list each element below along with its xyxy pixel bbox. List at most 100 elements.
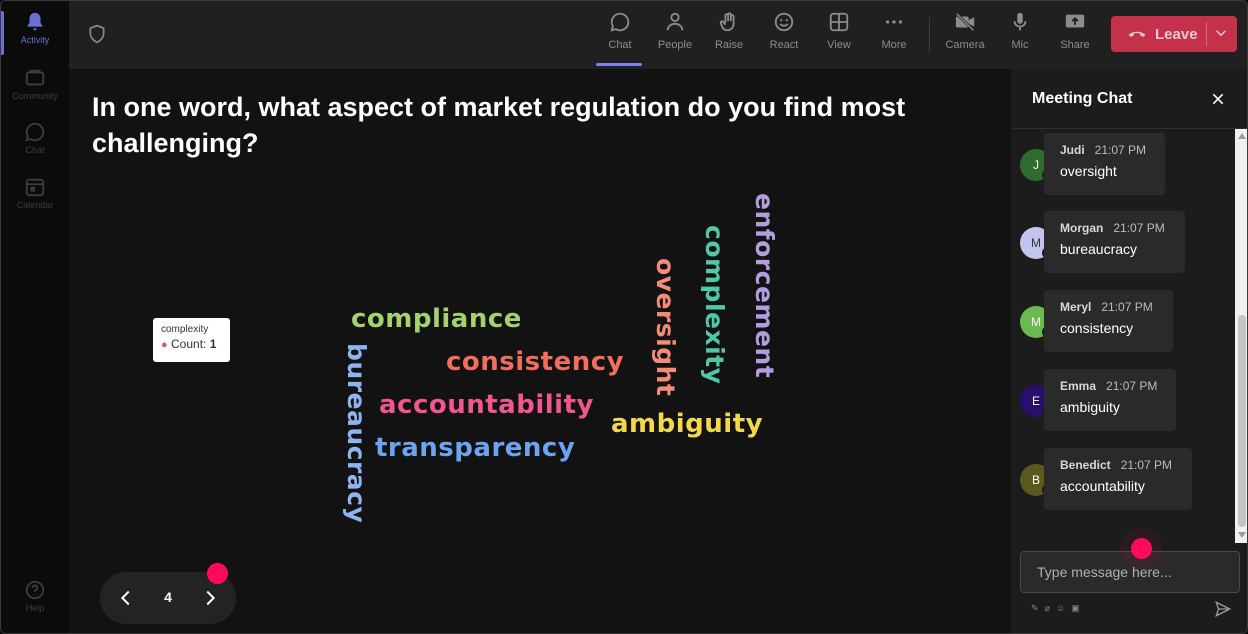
raise-label: Raise <box>714 39 744 51</box>
presentation-stage: In one word, what aspect of market regul… <box>69 69 1009 633</box>
chat-message: J Judi 21:07 PM oversight <box>1011 133 1233 197</box>
avatar-initial: M <box>1031 236 1041 250</box>
wordcloud-word[interactable]: ambiguity <box>611 409 763 439</box>
chat-message: M Meryl 21:07 PM consistency <box>1011 290 1233 354</box>
rail-item-help[interactable]: Help <box>1 579 69 613</box>
meeting-window: Activity Community Chat Calendar Help Ch… <box>0 0 1248 634</box>
people-button[interactable]: People <box>651 11 699 51</box>
wordcloud-word[interactable]: bureaucracy <box>342 343 371 523</box>
tooltip-dot-icon: ● <box>161 339 168 351</box>
view-label: View <box>827 39 851 51</box>
tooltip-count-value: 1 <box>209 337 217 351</box>
message-text: ambiguity <box>1060 399 1120 415</box>
meeting-chat-panel: Meeting Chat J Judi 21:07 PM oversight M … <box>1011 69 1247 633</box>
leave-button[interactable]: Leave <box>1111 16 1237 52</box>
sender-name: Judi <box>1060 143 1085 157</box>
more-icon <box>885 20 903 24</box>
rail-item-activity[interactable]: Activity <box>1 11 69 55</box>
mic-button[interactable]: Mic <box>996 11 1044 51</box>
chat-message-list: J Judi 21:07 PM oversight M Morgan 21:07 P… <box>1011 129 1233 543</box>
chevron-left-icon[interactable] <box>115 587 137 609</box>
camera-label: Camera <box>945 39 985 51</box>
emoji-icon[interactable]: ☺ <box>1056 603 1065 614</box>
page-number: 4 <box>164 589 172 605</box>
chat-bubble: Morgan 21:07 PM bureaucracy <box>1044 211 1185 273</box>
sender-name: Benedict <box>1060 458 1111 472</box>
chevron-down-icon[interactable] <box>1212 24 1230 42</box>
format-icon[interactable]: ✎ <box>1031 603 1039 614</box>
scroll-down-icon[interactable] <box>1238 532 1246 538</box>
rail-item-chat[interactable]: Chat <box>1 121 69 155</box>
wordcloud-word[interactable]: enforcement <box>750 193 779 378</box>
react-label: React <box>769 39 799 51</box>
person-icon <box>666 12 684 31</box>
scrollbar-thumb[interactable] <box>1238 315 1246 527</box>
wordcloud-word[interactable]: accountability <box>379 390 594 420</box>
rail-label: Calendar <box>16 200 54 210</box>
chat-message-input[interactable] <box>1020 551 1240 593</box>
chevron-right-icon[interactable] <box>199 587 221 609</box>
sender-name: Meryl <box>1060 300 1092 314</box>
format-toolbar: ✎ ⌀ ☺ ▣ <box>1031 603 1080 614</box>
send-icon[interactable] <box>1214 600 1232 618</box>
chat-bubble: Meryl 21:07 PM consistency <box>1044 290 1173 352</box>
message-time: 21:07 PM <box>1120 458 1173 472</box>
chat-header: Meeting Chat <box>1011 69 1247 129</box>
message-time: 21:07 PM <box>1113 221 1165 235</box>
chat-icon <box>25 122 45 142</box>
avatar-initial: B <box>1031 473 1040 487</box>
more-button[interactable]: More <box>870 11 918 51</box>
scroll-up-icon[interactable] <box>1238 133 1246 139</box>
avatar-initial: M <box>1031 315 1041 329</box>
rail-item-community[interactable]: Community <box>1 67 69 101</box>
chat-bubble: Emma 21:07 PM ambiguity <box>1044 369 1176 431</box>
grid-icon <box>829 12 849 32</box>
hand-icon <box>719 12 735 32</box>
share-button[interactable]: Share <box>1051 11 1099 51</box>
react-button[interactable]: React <box>760 11 808 51</box>
chat-bubble: Benedict 21:07 PM accountability <box>1044 448 1192 510</box>
sender-name: Morgan <box>1060 221 1104 235</box>
app-rail: Activity Community Chat Calendar Help <box>1 1 69 633</box>
rail-item-calendar[interactable]: Calendar <box>1 176 69 210</box>
people-label: People <box>657 39 693 51</box>
message-time: 21:07 PM <box>1094 143 1147 157</box>
wordcloud-word[interactable]: compliance <box>351 304 522 334</box>
share-label: Share <box>1060 39 1090 51</box>
avatar-initial: E <box>1031 394 1040 408</box>
tooltip-count-row: ● Count: 1 <box>161 337 230 351</box>
calendar-icon <box>25 178 45 197</box>
wordcloud-word[interactable]: oversight <box>651 258 680 396</box>
close-icon[interactable] <box>1210 91 1226 107</box>
rail-label: Community <box>12 91 58 101</box>
word-tooltip: complexity ● Count: 1 <box>153 318 230 362</box>
pointer-indicator <box>207 563 228 584</box>
chat-bubble: Judi 21:07 PM oversight <box>1044 133 1165 195</box>
camera-off-icon <box>955 12 975 32</box>
rail-label: Activity <box>20 35 50 45</box>
message-text: bureaucracy <box>1060 241 1138 257</box>
message-text: accountability <box>1060 478 1145 494</box>
meeting-toolbar: Chat People Raise React View More Camera <box>69 1 1247 69</box>
mic-label: Mic <box>1011 39 1029 51</box>
view-button[interactable]: View <box>815 11 863 51</box>
gif-icon[interactable]: ▣ <box>1071 603 1080 614</box>
pointer-indicator <box>1131 538 1152 559</box>
more-label: More <box>881 39 907 51</box>
smiley-icon <box>774 12 794 32</box>
chat-message: E Emma 21:07 PM ambiguity <box>1011 369 1233 433</box>
camera-button[interactable]: Camera <box>941 11 989 51</box>
chat-title: Meeting Chat <box>1032 90 1133 107</box>
chat-button[interactable]: Chat <box>596 11 644 66</box>
wordcloud-word[interactable]: consistency <box>446 347 624 377</box>
wordcloud-word[interactable]: complexity <box>700 225 729 384</box>
bell-icon <box>27 12 43 31</box>
tooltip-count-label: Count: <box>171 337 207 351</box>
mic-icon <box>1013 12 1027 31</box>
raise-hand-button[interactable]: Raise <box>705 11 753 51</box>
attach-icon[interactable]: ⌀ <box>1045 603 1050 614</box>
message-text: consistency <box>1060 320 1134 336</box>
shield-icon[interactable] <box>87 23 107 45</box>
avatar-initial: J <box>1033 158 1039 172</box>
wordcloud-word[interactable]: transparency <box>375 433 575 463</box>
